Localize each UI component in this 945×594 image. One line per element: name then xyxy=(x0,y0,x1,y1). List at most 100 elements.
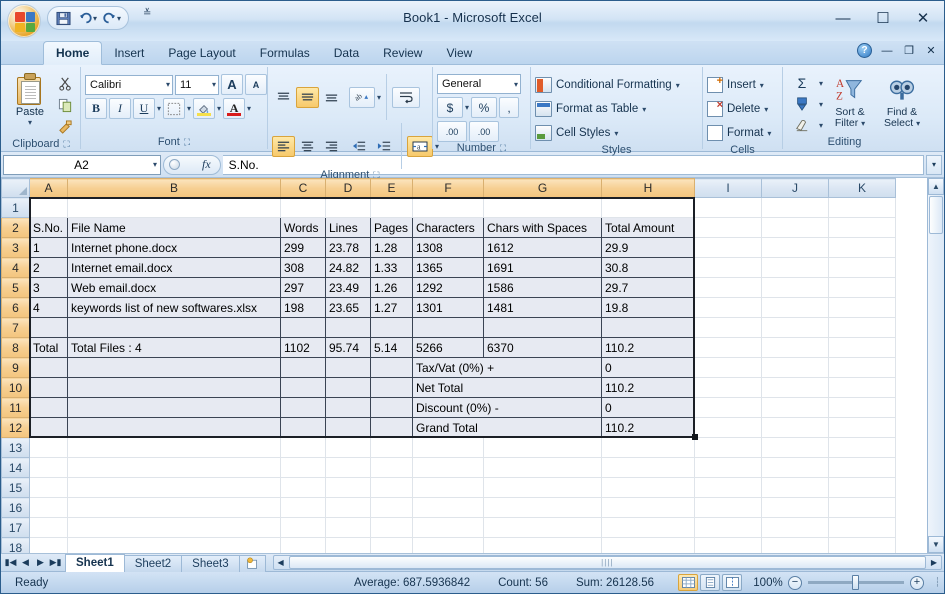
tab-data[interactable]: Data xyxy=(322,41,371,64)
decrease-decimal-button[interactable]: .00 xyxy=(469,121,499,142)
zoom-thumb[interactable] xyxy=(852,575,859,590)
font-color-dropdown-icon[interactable]: ▾ xyxy=(247,104,251,113)
cell-F8[interactable]: 5266 xyxy=(412,337,484,358)
cell-K5[interactable] xyxy=(828,277,896,298)
tab-formulas[interactable]: Formulas xyxy=(248,41,322,64)
cell-I1[interactable] xyxy=(694,197,762,218)
cell-G18[interactable] xyxy=(483,537,602,553)
shrink-font-button[interactable]: A xyxy=(245,74,267,95)
cell-A10[interactable] xyxy=(29,377,68,398)
cell-A17[interactable] xyxy=(29,517,68,538)
cell-E6[interactable]: 1.27 xyxy=(370,297,413,318)
cell-C9[interactable] xyxy=(280,357,326,378)
row-header-1[interactable]: 1 xyxy=(1,197,30,218)
cell-J2[interactable] xyxy=(761,217,829,238)
cell-E10[interactable] xyxy=(370,377,413,398)
maximize-button[interactable]: ☐ xyxy=(868,5,898,31)
cell-F2[interactable]: Characters xyxy=(412,217,484,238)
scroll-up-button[interactable]: ▲ xyxy=(928,178,944,195)
font-color-icon[interactable]: A xyxy=(223,98,246,119)
cancel-enter-icon[interactable] xyxy=(169,159,180,170)
cell-C8[interactable]: 1102 xyxy=(280,337,326,358)
fill-handle[interactable] xyxy=(692,434,698,440)
cell-D12[interactable] xyxy=(325,417,371,438)
cell-I14[interactable] xyxy=(694,457,762,478)
cell-G16[interactable] xyxy=(483,497,602,518)
cell-D17[interactable] xyxy=(325,517,371,538)
cell-I12[interactable] xyxy=(694,417,762,438)
font-size-combo[interactable]: 11 ▾ xyxy=(175,74,219,95)
row-header-15[interactable]: 15 xyxy=(1,477,30,498)
cell-A2[interactable]: S.No. xyxy=(29,217,68,238)
cell-A9[interactable] xyxy=(29,357,68,378)
cell-H16[interactable] xyxy=(601,497,695,518)
cell-H18[interactable] xyxy=(601,537,695,553)
cell-J17[interactable] xyxy=(761,517,829,538)
cell-A12[interactable] xyxy=(29,417,68,438)
cell-D7[interactable] xyxy=(325,317,371,338)
cell-G5[interactable]: 1586 xyxy=(483,277,602,298)
cell-E4[interactable]: 1.33 xyxy=(370,257,413,278)
row-header-6[interactable]: 6 xyxy=(1,297,30,318)
fill-color-dropdown-icon[interactable]: ▾ xyxy=(217,104,221,113)
cell-G13[interactable] xyxy=(483,437,602,458)
insert-cells-button[interactable]: Insert ▾ xyxy=(707,74,771,96)
cell-H2[interactable]: Total Amount xyxy=(601,217,695,238)
cell-G6[interactable]: 1481 xyxy=(483,297,602,318)
cell-C12[interactable] xyxy=(280,417,326,438)
cell-A16[interactable] xyxy=(29,497,68,518)
orientation-dropdown-icon[interactable]: ▾ xyxy=(377,93,381,102)
cell-styles-dropdown-icon[interactable]: ▾ xyxy=(614,129,618,138)
wrap-text-icon[interactable] xyxy=(392,86,421,108)
grow-font-button[interactable]: A xyxy=(221,74,243,95)
fill-icon[interactable] xyxy=(787,94,817,114)
previous-sheet-icon[interactable]: ◀ xyxy=(19,556,32,570)
cell-D10[interactable] xyxy=(325,377,371,398)
tab-page-layout[interactable]: Page Layout xyxy=(156,41,247,64)
find-select-dropdown-icon[interactable]: ▾ xyxy=(916,119,920,128)
cell-B16[interactable] xyxy=(67,497,281,518)
cell-J4[interactable] xyxy=(761,257,829,278)
cell-I5[interactable] xyxy=(694,277,762,298)
cell-I15[interactable] xyxy=(694,477,762,498)
worksheet-grid[interactable]: A B C D E F G H I J K 1 2 S.No. File Nam… xyxy=(1,178,944,553)
row-header-17[interactable]: 17 xyxy=(1,517,30,538)
cell-A5[interactable]: 3 xyxy=(29,277,68,298)
fill-color-icon[interactable] xyxy=(193,98,216,119)
tab-insert[interactable]: Insert xyxy=(102,41,156,64)
align-center-icon[interactable] xyxy=(296,136,319,157)
select-all-button[interactable] xyxy=(1,178,30,198)
cell-A11[interactable] xyxy=(29,397,68,418)
cell-G7[interactable] xyxy=(483,317,602,338)
cell-K3[interactable] xyxy=(828,237,896,258)
column-header-A[interactable]: A xyxy=(29,178,68,198)
cell-E3[interactable]: 1.28 xyxy=(370,237,413,258)
autosum-dropdown-icon[interactable]: ▾ xyxy=(819,79,823,88)
tab-home[interactable]: Home xyxy=(43,41,103,65)
zoom-out-button[interactable]: − xyxy=(788,575,802,590)
column-header-G[interactable]: G xyxy=(483,178,602,198)
cell-E17[interactable] xyxy=(370,517,413,538)
cell-J10[interactable] xyxy=(761,377,829,398)
row-header-14[interactable]: 14 xyxy=(1,457,30,478)
align-bottom-icon[interactable] xyxy=(320,87,343,108)
cell-C1[interactable] xyxy=(280,197,326,218)
cell-B11[interactable] xyxy=(67,397,281,418)
cell-H4[interactable]: 30.8 xyxy=(601,257,695,278)
increase-decimal-button[interactable]: .00 xyxy=(437,121,467,142)
number-format-combo[interactable]: General ▾ xyxy=(437,74,521,94)
format-as-table-button[interactable]: Format as Table ▾ xyxy=(535,98,680,120)
cell-J3[interactable] xyxy=(761,237,829,258)
find-and-select-button[interactable]: Find & Select ▾ xyxy=(877,73,927,135)
cell-D9[interactable] xyxy=(325,357,371,378)
cell-B9[interactable] xyxy=(67,357,281,378)
vertical-scroll-thumb[interactable] xyxy=(929,196,943,234)
cell-F3[interactable]: 1308 xyxy=(412,237,484,258)
cell-K10[interactable] xyxy=(828,377,896,398)
cell-H9[interactable]: 0 xyxy=(601,357,695,378)
clear-icon[interactable] xyxy=(787,115,817,135)
bold-button[interactable]: B xyxy=(85,98,107,119)
cell-A8[interactable]: Total xyxy=(29,337,68,358)
cell-B5[interactable]: Web email.docx xyxy=(67,277,281,298)
cell-C5[interactable]: 297 xyxy=(280,277,326,298)
